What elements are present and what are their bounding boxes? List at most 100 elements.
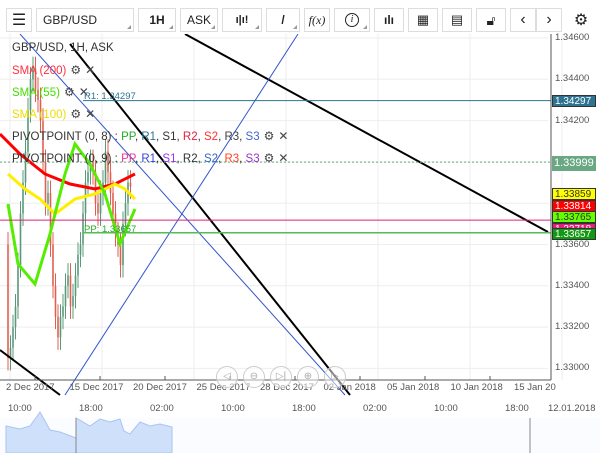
candle (54, 285, 57, 317)
legend-sma200: SMA (200) ⚙ ✕ (12, 63, 96, 77)
gear-icon[interactable]: ⚙ (264, 151, 275, 165)
price-tick: 1.33000 (555, 362, 590, 374)
symbol-select[interactable]: GBP/USD (36, 8, 134, 32)
arrow-right-icon[interactable]: ▷ (324, 366, 346, 388)
legend-sma55: SMA (55) ⚙ ✕ (12, 85, 89, 99)
news-button[interactable]: ▤ (442, 8, 472, 32)
candle (74, 275, 77, 297)
time-label: 18:00 (79, 403, 103, 414)
price-type-select[interactable]: ASK (180, 8, 218, 32)
next-button[interactable]: › (536, 8, 562, 32)
skip-end-icon[interactable]: ▷| (270, 366, 292, 388)
hamburger-icon: ☰ (11, 12, 27, 29)
time-axis-date: 12.01.2018 (548, 403, 596, 414)
calendar-icon: ▦ (416, 12, 430, 27)
gear-icon[interactable]: ⚙ (264, 129, 275, 143)
indicators-button[interactable]: f(x) (304, 8, 330, 32)
date-label: 10 Jan 2018 (450, 382, 503, 393)
close-icon[interactable]: ✕ (85, 107, 95, 121)
price-label: 1.33657 (552, 228, 596, 240)
candle (99, 192, 102, 214)
trend-line (64, 34, 299, 396)
legend-pivot2: PIVOTPOINT (0, 9) : PP, R1, S1, R2, S2, … (12, 151, 289, 165)
candle (87, 172, 89, 183)
candle (112, 192, 114, 214)
time-label: 10:00 (8, 403, 32, 414)
candle (7, 244, 9, 359)
menu-button[interactable]: ☰ (6, 8, 32, 32)
legend-pivot1: PIVOTPOINT (0, 8) : PP, R1, S1, R2, S2, … (12, 129, 289, 143)
date-label: 15 Jan 20 (514, 382, 556, 393)
price-label: 1.33765 (552, 211, 596, 223)
date-label: 05 Jan 2018 (387, 382, 440, 393)
time-label: 18:00 (292, 403, 316, 414)
candle (97, 203, 99, 214)
candle (44, 161, 47, 204)
candle (17, 265, 19, 307)
price-label: 1.34297 (552, 94, 596, 107)
price-tick: 1.33200 (555, 321, 590, 333)
gear-icon[interactable]: ⚙ (70, 107, 81, 121)
price-label: 1.33999 (552, 156, 596, 172)
candle (12, 327, 14, 348)
chevron-left-icon: ‹ (520, 11, 526, 28)
candle (124, 203, 127, 224)
candle (67, 275, 69, 286)
time-label: 10:00 (221, 403, 245, 414)
info-button[interactable]: i (334, 8, 370, 32)
candle (52, 244, 54, 286)
timeframe-select[interactable]: 1H (138, 8, 176, 32)
calendar-button[interactable]: ▦ (408, 8, 438, 32)
time-label: 02:00 (363, 403, 387, 414)
price-tick: 1.34200 (555, 114, 590, 126)
time-label: 18:00 (505, 403, 529, 414)
arrow-left-icon[interactable]: ◁ (216, 366, 238, 388)
lock-button[interactable]: 🔓︎ (476, 8, 506, 32)
close-icon[interactable]: ✕ (85, 63, 95, 77)
pencil-icon: / (281, 13, 285, 27)
time-label: 10:00 (434, 403, 458, 414)
candle (79, 244, 82, 255)
settings-button[interactable]: ⚙ (568, 8, 594, 32)
newspaper-icon: ▤ (450, 12, 464, 27)
candle (14, 306, 17, 328)
price-label: 1.33814 (552, 199, 596, 212)
legend-sma100: SMA (100) ⚙ ✕ (12, 107, 96, 121)
date-label: 15 Dec 2017 (69, 382, 124, 393)
gear-icon: ⚙ (573, 12, 589, 29)
candle (62, 306, 64, 317)
candlestick-icon: ı|ı! (235, 14, 249, 26)
zoom-out-icon[interactable]: ⊖ (243, 366, 265, 388)
candle (77, 254, 79, 276)
price-tick: 1.33400 (555, 279, 590, 291)
candle (64, 285, 67, 307)
gear-icon[interactable]: ⚙ (64, 85, 75, 99)
close-icon[interactable]: ✕ (278, 129, 288, 143)
toolbar: ☰ GBP/USD 1H ASK ı|ı! / f(x) i ılı ▦ ▤ 🔓… (0, 6, 600, 34)
zoom-in-icon[interactable]: ⊕ (297, 366, 319, 388)
gear-icon[interactable]: ⚙ (70, 63, 81, 77)
candle (47, 192, 49, 204)
draw-button[interactable]: / (266, 8, 300, 32)
prev-button[interactable]: ‹ (510, 8, 536, 32)
candle (129, 182, 132, 187)
bar-chart-icon: ılı (383, 13, 394, 27)
close-icon[interactable]: ✕ (278, 151, 288, 165)
candle (72, 296, 74, 307)
unlock-icon: 🔓︎ (486, 11, 496, 28)
candle (69, 275, 72, 307)
chevron-right-icon: › (546, 11, 552, 28)
date-label: 20 Dec 2017 (133, 382, 187, 393)
date-label: 2 Dec 2017 (6, 382, 55, 393)
chart-type-button[interactable]: ı|ı! (222, 8, 262, 32)
r1-line-label: R1: 1.34297 (84, 91, 136, 102)
candle (109, 172, 112, 193)
price-tick: 1.34600 (555, 32, 590, 43)
volume-button[interactable]: ılı (374, 8, 404, 32)
candle (57, 316, 59, 338)
price-tick: 1.34400 (555, 73, 590, 85)
candle (59, 316, 62, 338)
time-label: 02:00 (150, 403, 174, 414)
price-label: 1.33859 (552, 188, 596, 200)
chart-title: GBP/USD, 1H, ASK (12, 42, 114, 54)
